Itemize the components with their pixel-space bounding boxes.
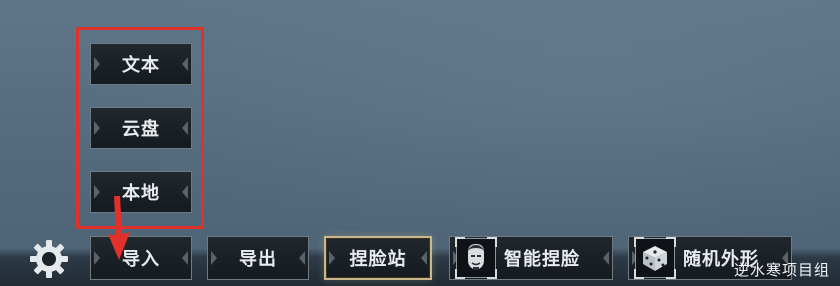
watermark-text: 逆水寒项目组: [733, 261, 830, 279]
smart-face-label: 智能捏脸: [504, 249, 580, 270]
face-station-label: 捏脸站: [349, 249, 407, 270]
menu-item-cloud-drive[interactable]: 云盘: [90, 107, 192, 149]
face-portrait-icon: [455, 237, 497, 279]
menu-item-label: 文本: [122, 55, 160, 76]
menu-item-label: 云盘: [122, 119, 160, 140]
face-station-button[interactable]: 捏脸站: [324, 236, 432, 280]
export-label: 导出: [239, 249, 277, 270]
dice-icon: [634, 237, 676, 279]
menu-item-text[interactable]: 文本: [90, 43, 192, 85]
red-arrow-icon: [108, 196, 130, 260]
gear-icon[interactable]: [28, 238, 70, 280]
smart-face-button[interactable]: 智能捏脸: [449, 236, 613, 280]
export-button[interactable]: 导出: [207, 236, 309, 280]
